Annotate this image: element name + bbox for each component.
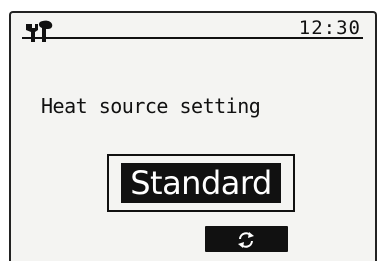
wrench-icon: [26, 20, 53, 42]
display-panel: [9, 11, 377, 261]
page-title: Heat source setting: [41, 94, 261, 118]
selected-value[interactable]: Standard: [121, 163, 281, 203]
change-value-button[interactable]: [205, 226, 288, 252]
clock-time: 12:30: [298, 17, 361, 39]
refresh-icon: [238, 232, 254, 248]
controller-screen: 12:30 Heat source setting Standard: [0, 0, 385, 261]
